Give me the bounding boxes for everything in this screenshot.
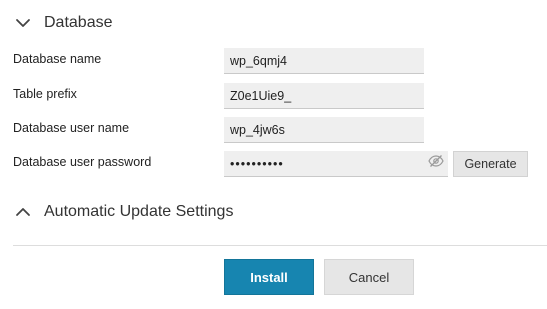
database-name-input[interactable]: wp_6qmj4 [224, 48, 424, 74]
database-user-name-row: Database user name wp_4jw6s [13, 117, 533, 143]
chevron-up-icon [14, 203, 32, 221]
table-prefix-label: Table prefix [13, 87, 77, 101]
database-section-header[interactable]: Database [14, 14, 113, 32]
database-user-password-input[interactable]: •••••••••• [224, 151, 424, 177]
database-user-password-row: Database user password •••••••••• Genera… [13, 151, 533, 177]
install-button[interactable]: Install [224, 259, 314, 295]
automatic-update-settings-header[interactable]: Automatic Update Settings [14, 203, 233, 221]
password-visibility-toggle[interactable] [424, 151, 448, 177]
database-section-title: Database [44, 14, 113, 31]
footer-divider [13, 245, 547, 246]
table-prefix-input[interactable]: Z0e1Uie9_ [224, 83, 424, 109]
database-user-name-input[interactable]: wp_4jw6s [224, 117, 424, 143]
generate-password-button[interactable]: Generate [453, 151, 528, 177]
chevron-down-icon [14, 14, 32, 32]
table-prefix-row: Table prefix Z0e1Uie9_ [13, 83, 533, 109]
eye-slash-icon [428, 154, 444, 173]
database-name-label: Database name [13, 52, 102, 66]
automatic-update-settings-title: Automatic Update Settings [44, 203, 234, 220]
cancel-button[interactable]: Cancel [324, 259, 414, 295]
database-name-row: Database name wp_6qmj4 [13, 48, 533, 74]
database-user-name-label: Database user name [13, 121, 130, 135]
database-user-password-label: Database user password [13, 155, 152, 169]
